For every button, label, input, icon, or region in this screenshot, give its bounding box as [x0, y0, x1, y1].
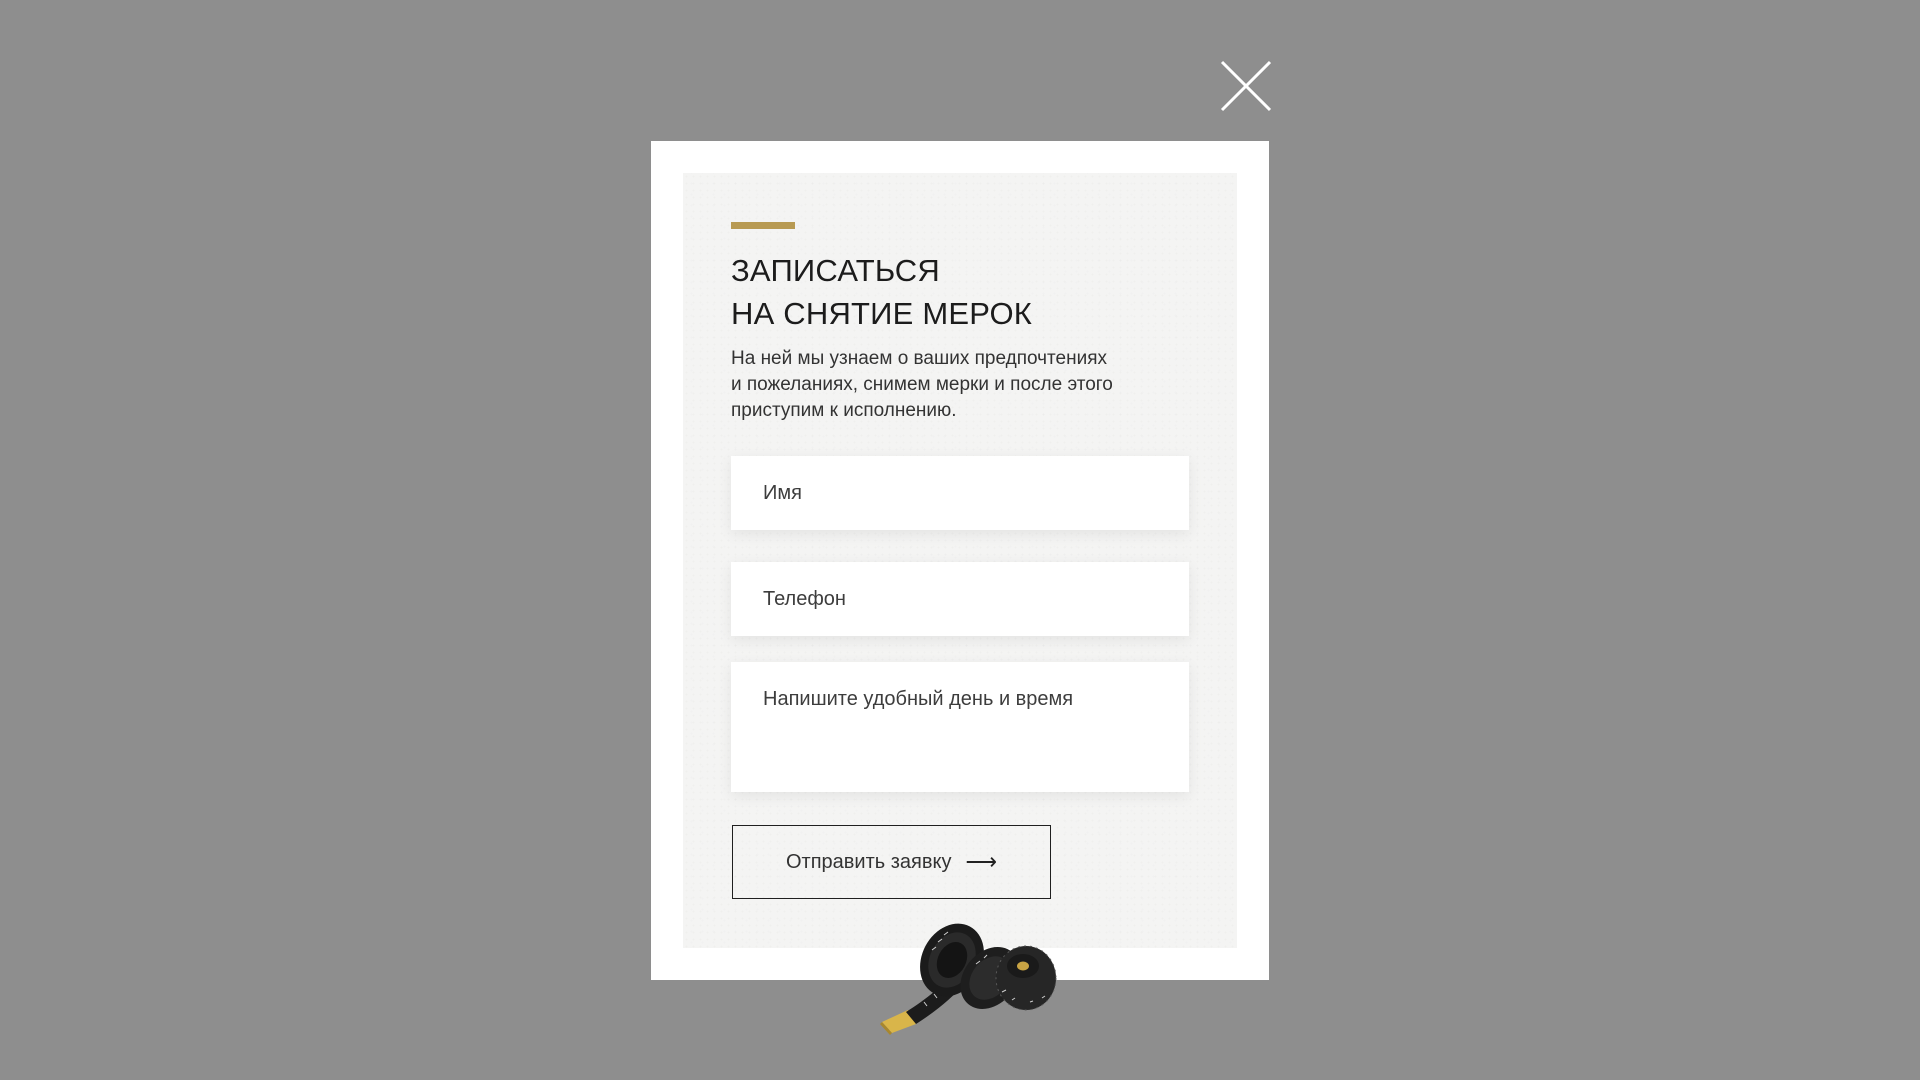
close-icon: [1220, 60, 1272, 112]
accent-bar: [731, 222, 795, 229]
form-title-line: ЗАПИСАТЬСЯ: [731, 253, 940, 288]
form-description-line: и пожеланиях, снимем мерки и после этого: [731, 374, 1113, 395]
form-description: На ней мы узнаем о ваших предпочтениях и…: [731, 346, 1201, 424]
measuring-tape-image: [880, 923, 1057, 1035]
submit-button-label: Отправить заявку: [786, 850, 952, 873]
name-input[interactable]: [731, 456, 1189, 530]
message-textarea[interactable]: [731, 662, 1189, 792]
form-title-line: НА СНЯТИЕ МЕРОК: [731, 296, 1033, 331]
arrow-right-icon: ⟶: [965, 849, 997, 874]
form-description-line: приступим к исполнению.: [731, 400, 957, 421]
phone-input[interactable]: [731, 562, 1189, 636]
form-description-line: На ней мы узнаем о ваших предпочтениях: [731, 348, 1108, 369]
form-title: ЗАПИСАТЬСЯ НА СНЯТИЕ МЕРОК: [731, 249, 1211, 335]
close-button[interactable]: [1218, 58, 1274, 114]
form-panel: ЗАПИСАТЬСЯ НА СНЯТИЕ МЕРОК На ней мы узн…: [683, 173, 1237, 948]
submit-button[interactable]: Отправить заявку ⟶: [732, 825, 1051, 899]
modal-dialog: ЗАПИСАТЬСЯ НА СНЯТИЕ МЕРОК На ней мы узн…: [651, 141, 1269, 980]
